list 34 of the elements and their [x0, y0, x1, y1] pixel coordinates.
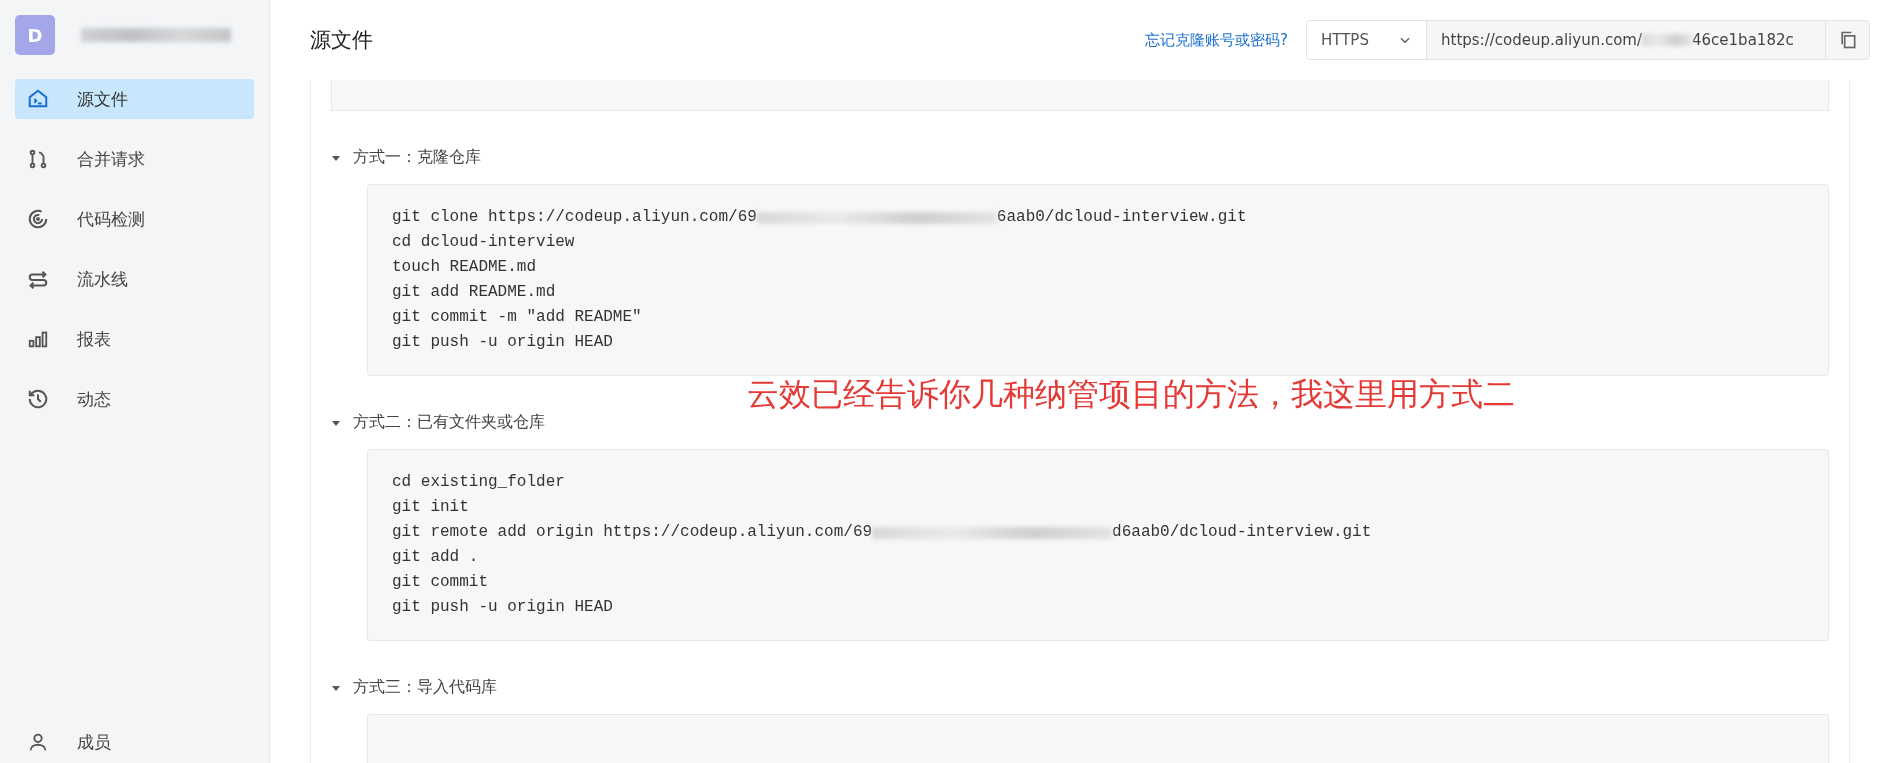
sidebar-item[interactable]: 报表 — [15, 319, 254, 359]
section-title: 方式一：克隆仓库 — [353, 147, 481, 168]
code-text: git remote add origin https://codeup.aliyun.com/69 — [392, 522, 873, 543]
code-text: git push -u origin HEAD — [392, 332, 613, 353]
sidebar-item[interactable]: 动态 — [15, 379, 254, 419]
code-text: d6aab0/dcloud-interview.git — [1112, 522, 1372, 543]
annotation-text: 云效已经告诉你几种纳管项目的方法，我这里用方式二 — [747, 374, 1515, 415]
sidebar-item[interactable]: 代码检测 — [15, 199, 254, 239]
code-text: git clone https://codeup.aliyun.com/69 — [392, 207, 757, 228]
code-text: git commit — [392, 572, 488, 593]
section-title: 方式二：已有文件夹或仓库 — [353, 412, 545, 433]
code-house-icon — [27, 88, 49, 110]
page-title: 源文件 — [310, 27, 374, 54]
sidebar-item[interactable]: 成员 — [15, 731, 254, 763]
user-icon — [27, 731, 49, 753]
code-text: cd existing_folder — [392, 472, 565, 493]
code-text: cd dcloud-interview — [392, 232, 575, 253]
code-text: 6aab0/dcloud-interview.git — [996, 207, 1247, 228]
target-icon — [27, 208, 49, 230]
code-text: touch README.md — [392, 257, 537, 278]
merge-icon — [27, 148, 49, 170]
code-text: git init — [392, 497, 469, 518]
code-text: git commit -m "add README" — [392, 307, 642, 328]
code-text: git add . — [392, 547, 479, 568]
code-text: git add README.md — [392, 282, 556, 303]
project-avatar: D — [15, 15, 55, 55]
code-text: git push -u origin HEAD — [392, 597, 613, 618]
sidebar-item[interactable]: 流水线 — [15, 259, 254, 299]
section-title: 方式三：导入代码库 — [353, 677, 497, 698]
sidebar-item[interactable]: 源文件 — [15, 79, 254, 119]
swap-arrows-icon — [27, 268, 49, 290]
history-icon — [27, 388, 49, 410]
sidebar-item[interactable]: 合并请求 — [15, 139, 254, 179]
help-link[interactable]: 忘记克隆账号或密码? — [1145, 30, 1288, 50]
